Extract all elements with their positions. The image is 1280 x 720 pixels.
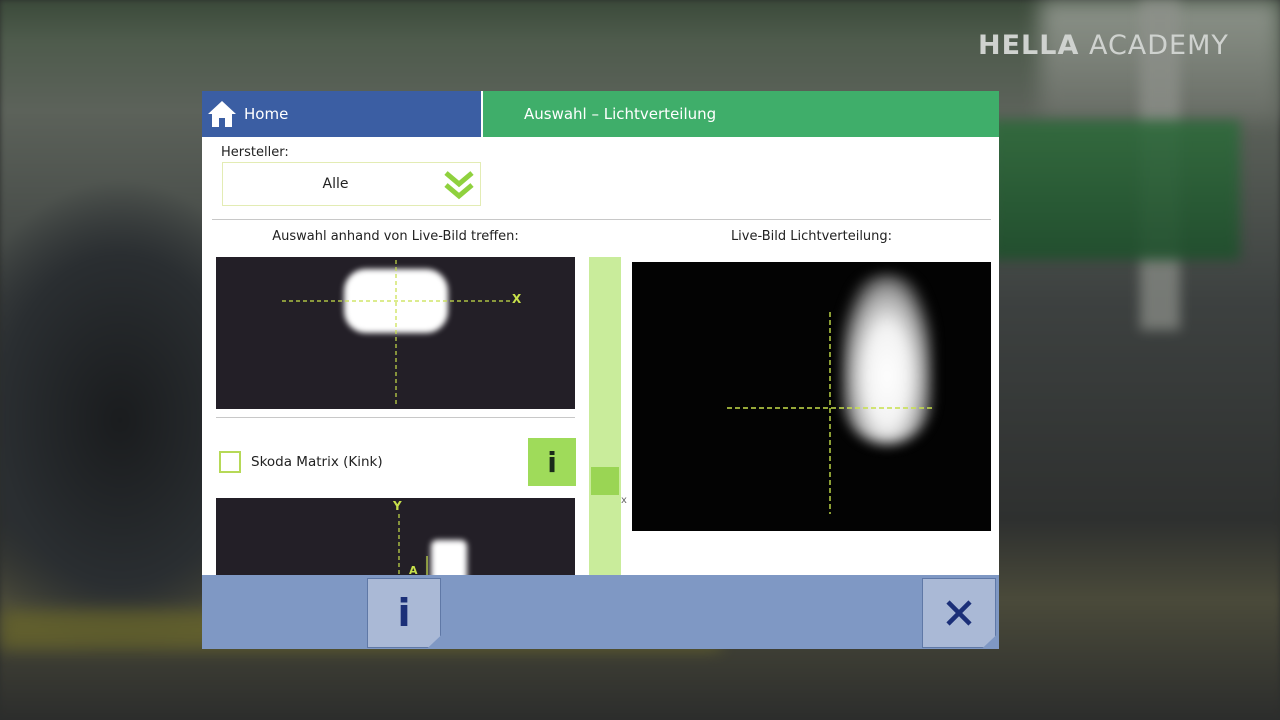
light-pattern-preview[interactable]: X: [216, 257, 575, 409]
option-skoda-matrix[interactable]: Skoda Matrix (Kink): [219, 449, 519, 475]
manufacturer-label: Hersteller:: [221, 145, 289, 160]
brand-logo: HELLA ACADEMY: [978, 30, 1229, 61]
chevron-down-icon: [444, 171, 474, 200]
option-checkbox[interactable]: [219, 451, 241, 473]
app-window: Home Auswahl – Lichtverteilung Herstelle…: [202, 91, 999, 649]
live-image: [632, 262, 991, 531]
slider-thumb[interactable]: [591, 467, 619, 495]
title-bar: Home Auswahl – Lichtverteilung: [202, 91, 999, 137]
slider-axis-label: x: [621, 495, 627, 506]
selection-heading: Auswahl anhand von Live-Bild treffen:: [272, 229, 519, 244]
background-equipment: [990, 120, 1240, 260]
option-info-button[interactable]: i: [528, 438, 576, 486]
home-icon: [208, 101, 236, 127]
close-icon: [946, 600, 972, 626]
divider: [216, 417, 575, 418]
manufacturer-value: Alle: [322, 176, 349, 192]
page-title: Auswahl – Lichtverteilung: [524, 105, 717, 123]
divider: [212, 219, 991, 220]
light-pattern-preview[interactable]: Y A: [216, 498, 575, 578]
crosshair: [282, 260, 511, 407]
x-axis-label: X: [512, 292, 522, 306]
vertical-slider[interactable]: [589, 257, 621, 577]
live-heading: Live-Bild Lichtverteilung:: [730, 229, 893, 244]
info-icon: i: [547, 445, 557, 479]
manufacturer-dropdown[interactable]: Alle: [222, 162, 481, 206]
section-title-bar: Auswahl – Lichtverteilung: [483, 91, 999, 137]
info-icon: i: [397, 591, 411, 635]
close-button[interactable]: [922, 578, 996, 648]
home-label: Home: [244, 105, 289, 123]
info-button[interactable]: i: [367, 578, 441, 648]
y-axis-label: Y: [393, 499, 402, 513]
home-button[interactable]: Home: [202, 91, 481, 137]
bottom-toolbar: i: [202, 575, 999, 649]
crosshair: [727, 312, 934, 514]
option-label: Skoda Matrix (Kink): [251, 454, 383, 470]
